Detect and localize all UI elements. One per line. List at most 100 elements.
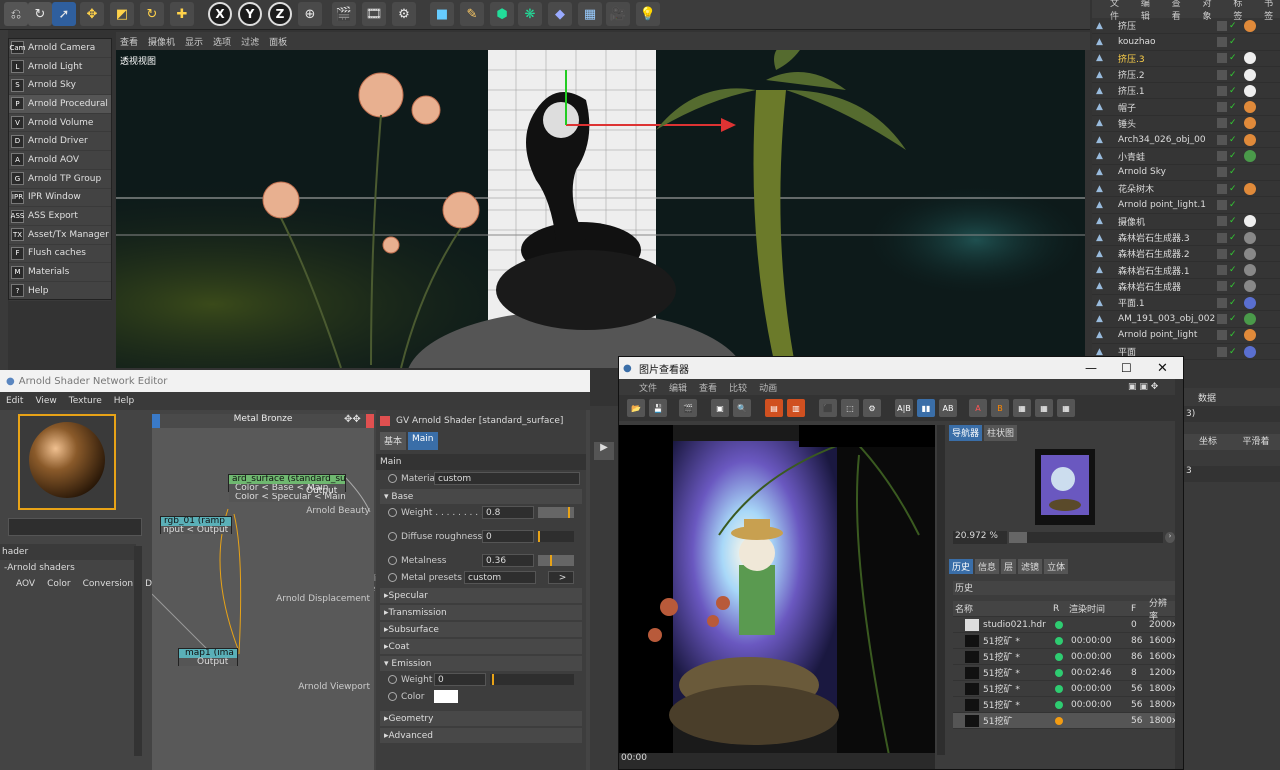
port-displacement[interactable]: Arnold Displacement <box>276 594 370 604</box>
rotate-icon[interactable]: ↻ <box>140 2 164 26</box>
visibility-icon[interactable] <box>1217 118 1227 129</box>
diffuse-slider[interactable] <box>538 531 574 542</box>
save-icon[interactable]: 💾 <box>649 399 667 417</box>
enabled-check-icon[interactable]: ✓ <box>1229 37 1239 47</box>
filter1-icon[interactable]: ▦ <box>1013 399 1031 417</box>
enabled-check-icon[interactable]: ✓ <box>1229 70 1239 80</box>
filter3-icon[interactable]: ▦ <box>1057 399 1075 417</box>
subdivision-icon[interactable]: ⬢ <box>490 2 514 26</box>
render-icon[interactable]: 🎬 <box>679 399 697 417</box>
object-row[interactable]: ▲ 森林岩石生成器.2 ✓ <box>1092 246 1280 263</box>
move-icon[interactable]: ✥ <box>80 2 104 26</box>
zoom-slider[interactable] <box>1009 532 1163 543</box>
object-row[interactable]: ▲ 挤压.1 ✓ <box>1092 83 1280 100</box>
visibility-icon[interactable] <box>1217 151 1227 162</box>
tab-navigator[interactable]: 导航器 <box>949 425 983 441</box>
open-icon[interactable]: 📂 <box>627 399 645 417</box>
object-tag-icon[interactable] <box>1244 52 1256 65</box>
diffuse-slider-handle[interactable] <box>538 531 540 542</box>
object-row[interactable]: ▲ Arnold point_light.1 ✓ <box>1092 197 1280 214</box>
history-row[interactable]: 51挖矿 * 00:02:46 8 1200x160 <box>953 665 1175 681</box>
arnold-menu-item[interactable]: Cam Arnold Camera <box>9 39 111 58</box>
tree-scrollbar[interactable] <box>134 546 142 756</box>
viewport-menu-item[interactable]: 选项 <box>213 35 231 48</box>
tab-basic[interactable]: 基本 <box>380 432 407 450</box>
history-row[interactable]: 51挖矿 56 1800x240 <box>953 713 1175 729</box>
shader-menu-item[interactable]: Texture <box>69 396 102 406</box>
pv-menu-item[interactable]: 比较 <box>729 381 747 394</box>
visibility-icon[interactable] <box>1217 199 1227 210</box>
scale-icon[interactable]: ◩ <box>110 2 134 26</box>
object-row[interactable]: ▲ 挤压 ✓ <box>1092 18 1280 35</box>
object-tag-icon[interactable] <box>1244 296 1256 309</box>
visibility-icon[interactable] <box>1217 102 1227 113</box>
arnold-menu-item[interactable]: ? Help <box>9 282 111 301</box>
presets-radio[interactable] <box>388 573 397 582</box>
visibility-icon[interactable] <box>1217 248 1227 259</box>
group-collapsed[interactable]: ▸ Advanced <box>380 728 582 743</box>
shader-menu-item[interactable]: Edit <box>6 396 23 406</box>
shader-menu-item[interactable]: Help <box>114 396 135 406</box>
pv-dock-icons[interactable]: ▣ ▣ ✥ <box>1128 382 1158 392</box>
enabled-check-icon[interactable]: ✓ <box>1229 184 1239 194</box>
group-collapsed[interactable]: ▸ Transmission <box>380 605 582 620</box>
history-row[interactable]: 51挖矿 * 00:00:00 56 1800x240 <box>953 681 1175 697</box>
metalness-slider[interactable] <box>538 555 574 566</box>
visibility-icon[interactable] <box>1217 281 1227 292</box>
viewport-menu-item[interactable]: 面板 <box>269 35 287 48</box>
object-tag-icon[interactable] <box>1244 84 1256 97</box>
viewport-menu-item[interactable]: 查看 <box>120 35 138 48</box>
arnold-menu-item[interactable]: D Arnold Driver <box>9 132 111 152</box>
visibility-icon[interactable] <box>1217 53 1227 64</box>
floor-icon[interactable]: ▦ <box>578 2 602 26</box>
enabled-check-icon[interactable]: ✓ <box>1229 330 1239 340</box>
metalness-input[interactable]: 0.36 <box>482 554 534 567</box>
presets-button[interactable]: > <box>548 571 574 584</box>
visibility-icon[interactable] <box>1217 330 1227 341</box>
pen-icon[interactable]: ✎ <box>460 2 484 26</box>
enabled-check-icon[interactable]: ✓ <box>1229 281 1239 291</box>
object-row[interactable]: ▲ 森林岩石生成器.3 ✓ <box>1092 230 1280 247</box>
port-viewport[interactable]: Arnold Viewport <box>298 682 370 692</box>
ab-icon[interactable]: AB <box>939 399 957 417</box>
tree-item[interactable]: AOV <box>4 576 35 592</box>
zoom-icon[interactable]: 🔍 <box>733 399 751 417</box>
weight-radio[interactable] <box>388 508 397 517</box>
object-row[interactable]: ▲ 挤压.2 ✓ <box>1092 67 1280 84</box>
perspective-viewport[interactable]: 透视视图 <box>116 50 1085 368</box>
history-row[interactable]: 51挖矿 * 00:00:00 86 1600x120 <box>953 633 1175 649</box>
node-graph[interactable]: Metal Bronze ✥✥ ard_surface (standard_su… <box>152 414 374 770</box>
group-collapsed[interactable]: ▸ Coat <box>380 639 582 654</box>
arnold-menu-item[interactable]: A Arnold AOV <box>9 151 111 170</box>
cloner-icon[interactable]: ❋ <box>518 2 542 26</box>
play-icon[interactable]: ▶ <box>594 442 614 460</box>
undo-icon[interactable]: ⎌ <box>4 2 28 26</box>
tree-item[interactable]: Color <box>35 576 71 592</box>
enabled-check-icon[interactable]: ✓ <box>1229 200 1239 210</box>
visibility-icon[interactable] <box>1217 346 1227 357</box>
render-picture-viewer-icon[interactable]: 🎞 <box>362 2 386 26</box>
arnold-menu-item[interactable]: P Arnold Procedural <box>9 95 111 114</box>
copy-icon[interactable]: ▤ <box>765 399 783 417</box>
object-row[interactable]: ▲ Arnold point_light ✓ <box>1092 328 1280 344</box>
render-region-icon[interactable]: ⬚ <box>841 399 859 417</box>
object-row[interactable]: ▲ 帽子 ✓ <box>1092 99 1280 116</box>
visibility-icon[interactable] <box>1217 232 1227 243</box>
visibility-icon[interactable] <box>1217 69 1227 80</box>
tab-histogram[interactable]: 柱状图 <box>984 425 1018 441</box>
redo-icon[interactable]: ↻ <box>28 2 52 26</box>
em-weight-slider[interactable] <box>490 674 574 685</box>
pv-menu-item[interactable]: 文件 <box>639 381 657 394</box>
stop-icon[interactable]: ⬛ <box>819 399 837 417</box>
em-weight-radio[interactable] <box>388 675 397 684</box>
object-tag-icon[interactable] <box>1244 150 1256 163</box>
render-settings-icon[interactable]: ⚙ <box>392 2 416 26</box>
camera-icon[interactable]: 🎥 <box>606 2 630 26</box>
pv-tab[interactable]: 信息 <box>975 559 1000 574</box>
object-row[interactable]: ▲ 森林岩石生成器 ✓ <box>1092 279 1280 296</box>
history-row[interactable]: studio021.hdr 0 2000x100 <box>953 617 1175 633</box>
weight-slider[interactable] <box>538 507 574 518</box>
group-base[interactable]: ▾ Base <box>380 489 582 504</box>
visibility-icon[interactable] <box>1217 167 1227 178</box>
history-col-header[interactable]: F <box>1131 604 1136 614</box>
